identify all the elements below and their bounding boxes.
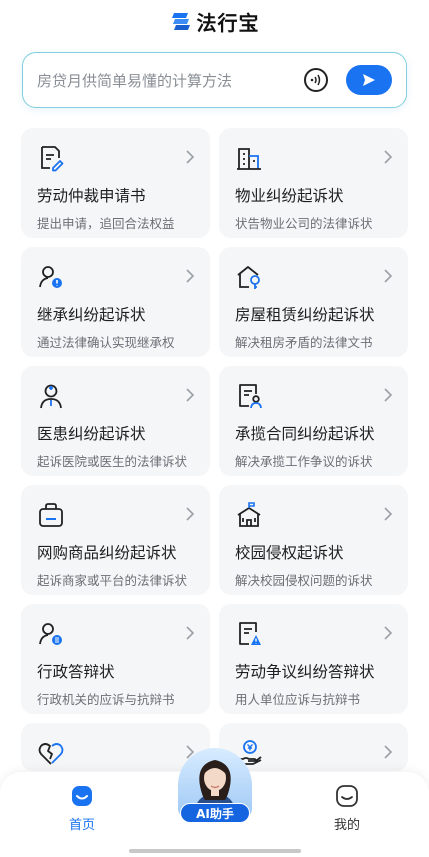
search-input[interactable]: 房贷月供简单易懂的计算方法: [37, 70, 304, 91]
send-button[interactable]: [346, 65, 392, 95]
card-title: 劳动仲裁申请书: [37, 187, 146, 205]
card-online-shopping-dispute[interactable]: 网购商品纠纷起诉状 起诉商家或平台的法律诉状: [21, 485, 210, 595]
chevron-right-icon: [186, 150, 195, 164]
card-rental-dispute[interactable]: 房屋租赁纠纷起诉状 解决租房矛盾的法律文书: [219, 247, 408, 357]
card-title: 网购商品纠纷起诉状: [37, 544, 177, 562]
chevron-right-icon: [384, 507, 393, 521]
logo-icon: [171, 13, 190, 30]
card-title: 物业纠纷起诉状: [235, 187, 344, 205]
card-desc: 起诉商家或平台的法律诉状: [37, 573, 188, 588]
chevron-right-icon: [186, 626, 195, 640]
ai-assistant-label: AI助手: [180, 803, 250, 823]
doctor-icon: [40, 384, 62, 409]
nav-home[interactable]: 首页: [47, 784, 117, 833]
card-contract-dispute[interactable]: 承揽合同纠纷起诉状 解决承揽工作争议的诉状: [219, 366, 408, 476]
chevron-right-icon: [186, 388, 195, 402]
voice-button[interactable]: [304, 68, 328, 92]
chevron-right-icon: [384, 269, 393, 283]
brand-name: 法行宝: [196, 10, 260, 35]
document-template-grid: 劳动仲裁申请书 提出申请，追回合法权益 物业纠纷起诉状 状告物业公司的法律诉状 …: [21, 128, 408, 771]
card-inheritance-dispute[interactable]: 继承纠纷起诉状 通过法律确认实现继承权: [21, 247, 210, 357]
chevron-right-icon: [186, 269, 195, 283]
home-icon: [72, 786, 92, 806]
chevron-right-icon: [384, 150, 393, 164]
contract-person-icon: [239, 384, 262, 409]
card-title: 校园侵权起诉状: [235, 544, 344, 562]
smiley-icon: [336, 785, 358, 807]
card-desc: 通过法律确认实现继承权: [37, 335, 175, 350]
document-edit-icon: [41, 146, 64, 172]
chevron-right-icon: [384, 626, 393, 640]
card-desc: 行政机关的应诉与抗辩书: [37, 692, 175, 707]
card-desc: 解决校园侵权问题的诉状: [235, 573, 373, 588]
card-title: 劳动争议纠纷答辩状: [235, 663, 375, 681]
ai-assistant-button[interactable]: AI助手: [172, 748, 258, 823]
card-desc: 解决租房矛盾的法律文书: [235, 335, 373, 350]
card-desc: 起诉医院或医生的法律诉状: [37, 454, 188, 469]
voice-icon: [310, 74, 321, 86]
nav-home-label: 首页: [68, 818, 95, 833]
card-labor-arbitration[interactable]: 劳动仲裁申请书 提出申请，追回合法权益: [21, 128, 210, 238]
shopping-bag-icon: [39, 503, 63, 527]
card-title: 继承纠纷起诉状: [37, 306, 146, 324]
house-key-icon: [237, 266, 260, 289]
school-icon: [237, 502, 261, 527]
card-campus-infringement[interactable]: 校园侵权起诉状 解决校园侵权问题的诉状: [219, 485, 408, 595]
card-labor-dispute-defense[interactable]: 劳动争议纠纷答辩状 用人单位应诉与抗辩书: [219, 604, 408, 714]
app-header: 法行宝: [0, 6, 429, 36]
card-desc: 用人单位应诉与抗辩书: [235, 692, 361, 707]
card-title: 医患纠纷起诉状: [37, 425, 146, 443]
broken-heart-icon: [38, 743, 64, 765]
card-title: 行政答辩状: [37, 663, 115, 681]
card-title: 房屋租赁纠纷起诉状: [235, 306, 375, 324]
card-desc: 提出申请，追回合法权益: [37, 216, 175, 231]
card-desc: 状告物业公司的法律诉状: [235, 216, 373, 231]
home-indicator: [129, 849, 301, 853]
card-medical-dispute[interactable]: 医患纠纷起诉状 起诉医院或医生的法律诉状: [21, 366, 210, 476]
card-desc: 解决承揽工作争议的诉状: [235, 454, 373, 469]
person-alert-icon: [39, 266, 62, 288]
card-property-dispute[interactable]: 物业纠纷起诉状 状告物业公司的法律诉状: [219, 128, 408, 238]
search-bar[interactable]: 房贷月供简单易懂的计算方法: [22, 52, 407, 108]
card-title: 承揽合同纠纷起诉状: [235, 425, 375, 443]
chevron-right-icon: [384, 745, 393, 759]
chevron-right-icon: [186, 507, 195, 521]
nav-mine[interactable]: 我的: [312, 784, 382, 833]
document-warning-icon: [239, 622, 261, 645]
nav-mine-label: 我的: [333, 818, 360, 833]
building-icon: [237, 148, 261, 170]
chevron-right-icon: [384, 388, 393, 402]
card-administrative-defense[interactable]: 行政答辩状 行政机关的应诉与抗辩书: [21, 604, 210, 714]
person-badge-icon: [39, 623, 62, 645]
send-arrow-icon: [363, 74, 375, 86]
